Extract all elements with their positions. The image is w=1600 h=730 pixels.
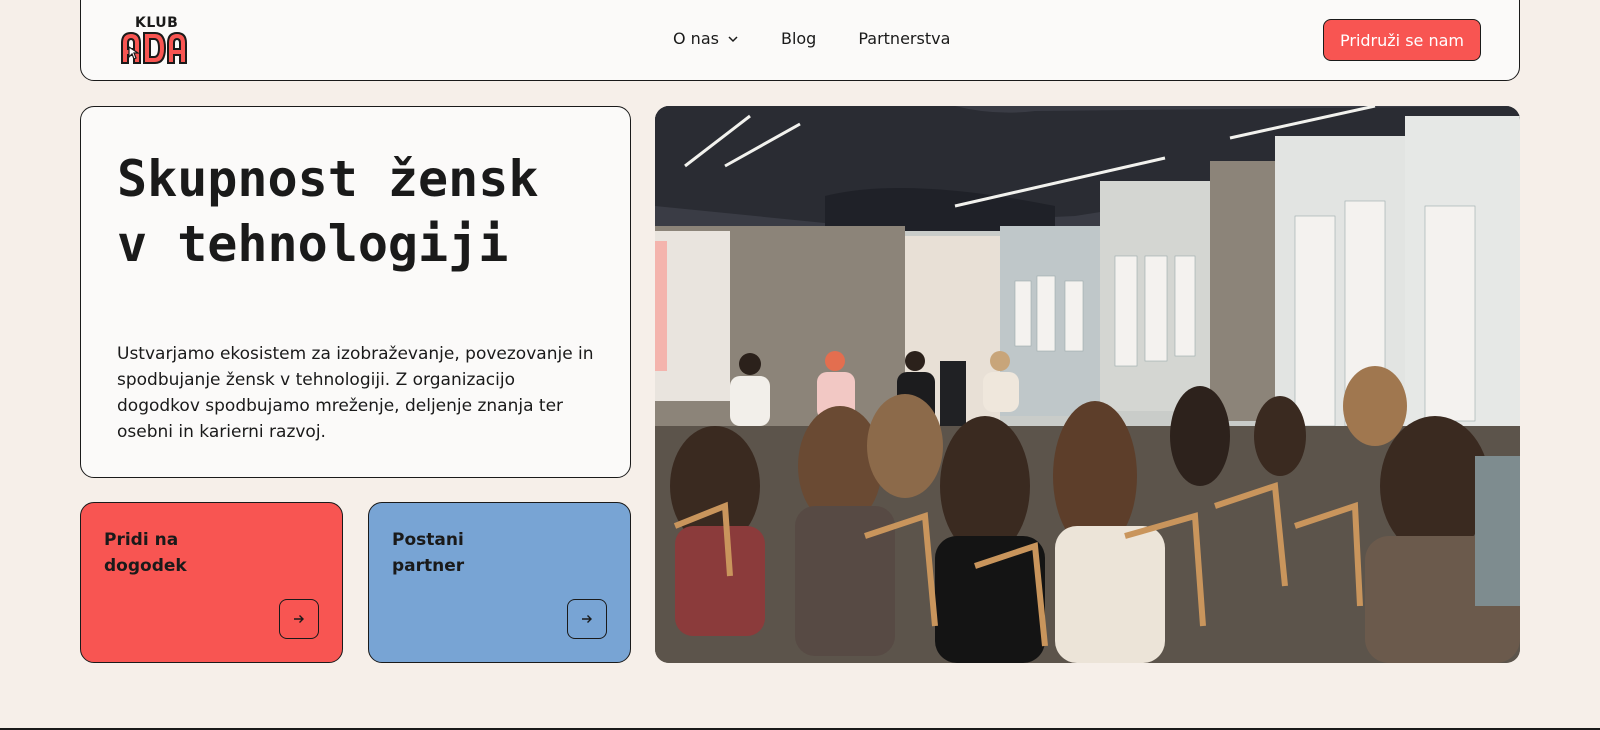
become-partner-label: Postani partner (392, 527, 512, 579)
hero-title: Skupnost žensk v tehnologiji (117, 147, 617, 277)
attend-event-label-line1: Pridi na (104, 530, 179, 550)
attend-event-label-line2: dogodek (104, 556, 187, 576)
become-partner-arrow-button[interactable] (567, 599, 607, 639)
attend-event-label: Pridi na dogodek (104, 527, 224, 579)
join-us-button[interactable]: Pridruži se nam (1323, 19, 1481, 61)
become-partner-label-line2: partner (392, 556, 465, 576)
hero-title-line1: Skupnost žensk (117, 150, 539, 208)
page: KLUB O nas Blog Partnerstva Pridruži se … (0, 0, 1600, 730)
nav-item-o-nas[interactable]: O nas (673, 29, 739, 48)
logo-ada-wordmark-icon (121, 31, 187, 64)
arrow-right-icon (294, 615, 304, 623)
arrow-right-icon (582, 615, 592, 623)
hero-card: Skupnost žensk v tehnologiji Ustvarjamo … (80, 106, 631, 478)
hero-description: Ustvarjamo ekosistem za izobraževanje, p… (117, 344, 594, 442)
chevron-down-icon (728, 35, 738, 42)
nav-item-label: Partnerstva (858, 29, 951, 48)
nav-item-blog[interactable]: Blog (781, 29, 816, 48)
event-photo (655, 106, 1520, 663)
attend-event-arrow-button[interactable] (279, 599, 319, 639)
klub-ada-logo[interactable]: KLUB (119, 15, 195, 65)
nav-item-partnerstva[interactable]: Partnerstva (858, 29, 950, 48)
attend-event-card[interactable]: Pridi na dogodek (80, 502, 343, 663)
hero-title-line2: v tehnologiji (117, 215, 509, 273)
nav-item-label: O nas (673, 29, 719, 48)
nav-item-label: Blog (780, 29, 817, 48)
become-partner-label-line1: Postani (392, 530, 464, 550)
become-partner-card[interactable]: Postani partner (368, 502, 631, 663)
main-nav: O nas Blog Partnerstva (673, 29, 950, 48)
event-photo-illustration (655, 106, 1520, 663)
site-header: KLUB O nas Blog Partnerstva Pridruži se … (80, 0, 1520, 81)
